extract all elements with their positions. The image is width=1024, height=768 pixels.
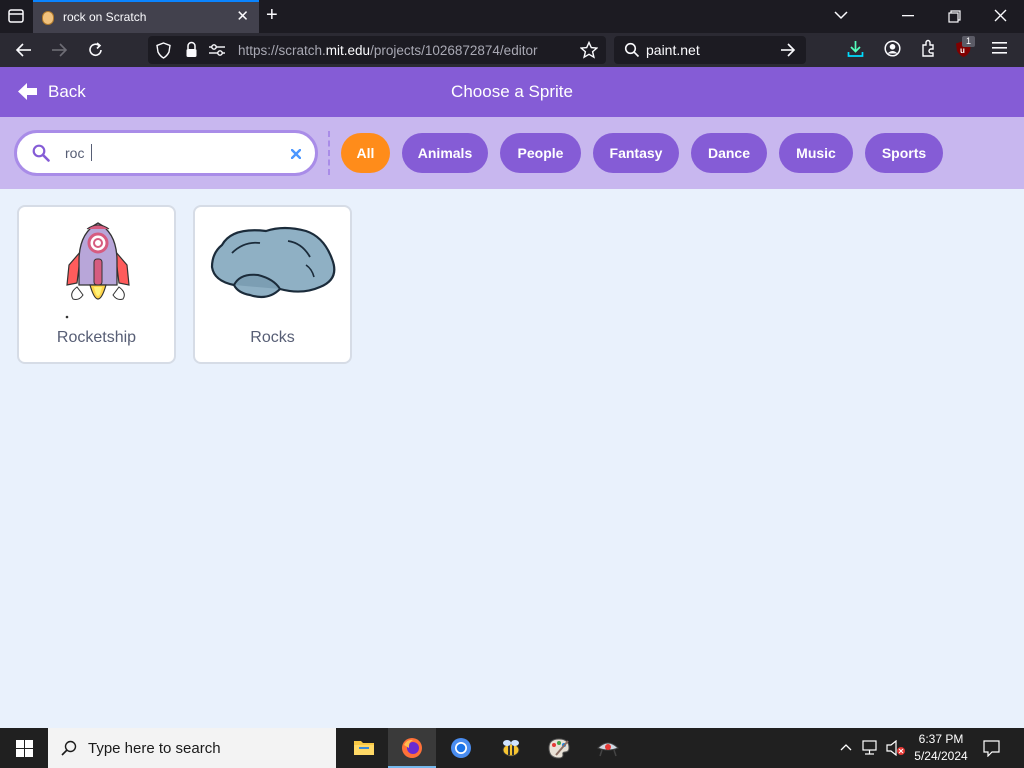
- extensions-icon[interactable]: [920, 39, 937, 57]
- bookmark-star-icon[interactable]: [580, 41, 598, 59]
- taskbar-app-bee[interactable]: [487, 728, 535, 768]
- taskbar-paint[interactable]: [535, 728, 583, 768]
- url-text: https://scratch.mit.edu/projects/1026872…: [238, 43, 537, 58]
- page-title: Choose a Sprite: [451, 82, 573, 101]
- category-pill-music[interactable]: Music: [779, 133, 853, 173]
- restore-icon[interactable]: [948, 10, 961, 23]
- scratch-favicon-icon: [42, 11, 54, 25]
- reload-icon[interactable]: [87, 41, 105, 59]
- show-hidden-icons-chevron-icon[interactable]: [840, 743, 852, 751]
- sprite-card-rocketship[interactable]: Rocketship: [17, 205, 176, 364]
- forward-arrow-icon[interactable]: [51, 42, 68, 58]
- drone-app-icon: [597, 742, 619, 757]
- category-pill-animals[interactable]: Animals: [402, 133, 488, 173]
- tab-list-icon[interactable]: [8, 9, 24, 23]
- permissions-icon[interactable]: [208, 43, 226, 57]
- tab-title: rock on Scratch: [63, 10, 147, 24]
- category-pill-sports[interactable]: Sports: [865, 133, 943, 173]
- sprite-search-field[interactable]: roc: [14, 130, 318, 176]
- sprite-search-value: roc: [65, 145, 85, 161]
- taskbar-chrome[interactable]: [436, 728, 484, 768]
- taskbar-clock[interactable]: 6:37 PM 5/24/2024: [908, 731, 974, 765]
- tab-close-icon[interactable]: ✕: [236, 7, 249, 25]
- bee-app-icon: [502, 740, 520, 757]
- category-pill-dance[interactable]: Dance: [691, 133, 767, 173]
- taskbar-app-drone[interactable]: [583, 728, 631, 768]
- taskbar-file-explorer[interactable]: [340, 728, 388, 768]
- new-tab-button[interactable]: +: [266, 5, 278, 25]
- minimize-icon[interactable]: [902, 15, 914, 17]
- browser-tab-active[interactable]: rock on Scratch ✕: [33, 0, 259, 33]
- url-path: /projects/1026872874/editor: [370, 43, 538, 58]
- taskbar-search-box[interactable]: Type here to search: [48, 728, 336, 768]
- search-icon: [61, 740, 77, 756]
- browser-tab-bar: rock on Scratch ✕ +: [0, 0, 1024, 33]
- category-pill-people[interactable]: People: [500, 133, 581, 173]
- taskbar-firefox[interactable]: [388, 728, 436, 768]
- filter-divider: [328, 131, 330, 175]
- sprite-library-header: Back Choose a Sprite: [0, 67, 1024, 117]
- url-prefix: https://scratch.: [238, 43, 326, 58]
- rocks-sprite-image: [210, 226, 336, 299]
- windows-start-icon[interactable]: [16, 740, 33, 757]
- category-pill-all[interactable]: All: [341, 133, 390, 173]
- back-arrow-icon[interactable]: [15, 42, 32, 58]
- firefox-icon: [402, 738, 422, 758]
- search-icon: [624, 42, 640, 58]
- browser-search-box[interactable]: paint.net: [614, 36, 806, 64]
- sprite-name-rocketship: Rocketship: [56, 329, 137, 346]
- go-arrow-icon[interactable]: [780, 43, 796, 57]
- close-window-icon[interactable]: [994, 9, 1007, 22]
- clear-search-icon[interactable]: [291, 149, 301, 159]
- sprite-name-rocks: Rocks: [250, 329, 295, 346]
- search-icon: [32, 144, 50, 162]
- network-icon[interactable]: [862, 740, 880, 756]
- url-domain: mit.edu: [325, 43, 371, 58]
- folder-icon: [354, 741, 374, 755]
- sprite-card-rocks[interactable]: Rocks: [193, 205, 352, 364]
- category-pill-fantasy[interactable]: Fantasy: [593, 133, 679, 173]
- chrome-icon: [451, 738, 471, 758]
- account-icon[interactable]: [884, 40, 901, 57]
- rocketship-sprite-image: [65, 222, 130, 319]
- paint-palette-icon: [548, 738, 570, 759]
- hamburger-menu-icon[interactable]: [992, 42, 1007, 54]
- browser-search-value: paint.net: [646, 42, 700, 58]
- clock-date: 5/24/2024: [914, 749, 968, 763]
- list-all-tabs-chevron-icon[interactable]: [834, 10, 848, 20]
- downloads-icon[interactable]: [847, 40, 864, 58]
- notifications-icon[interactable]: [983, 740, 1000, 757]
- taskbar-search-placeholder: Type here to search: [88, 740, 221, 757]
- clock-time: 6:37 PM: [918, 732, 964, 746]
- text-cursor: [91, 144, 92, 161]
- lock-icon[interactable]: [185, 41, 198, 58]
- url-bar[interactable]: https://scratch.mit.edu/projects/1026872…: [148, 36, 606, 64]
- shield-icon[interactable]: [156, 42, 171, 59]
- volume-muted-icon[interactable]: [886, 740, 906, 756]
- svg-text:u: u: [960, 46, 965, 55]
- extension-badge: 1: [962, 36, 975, 47]
